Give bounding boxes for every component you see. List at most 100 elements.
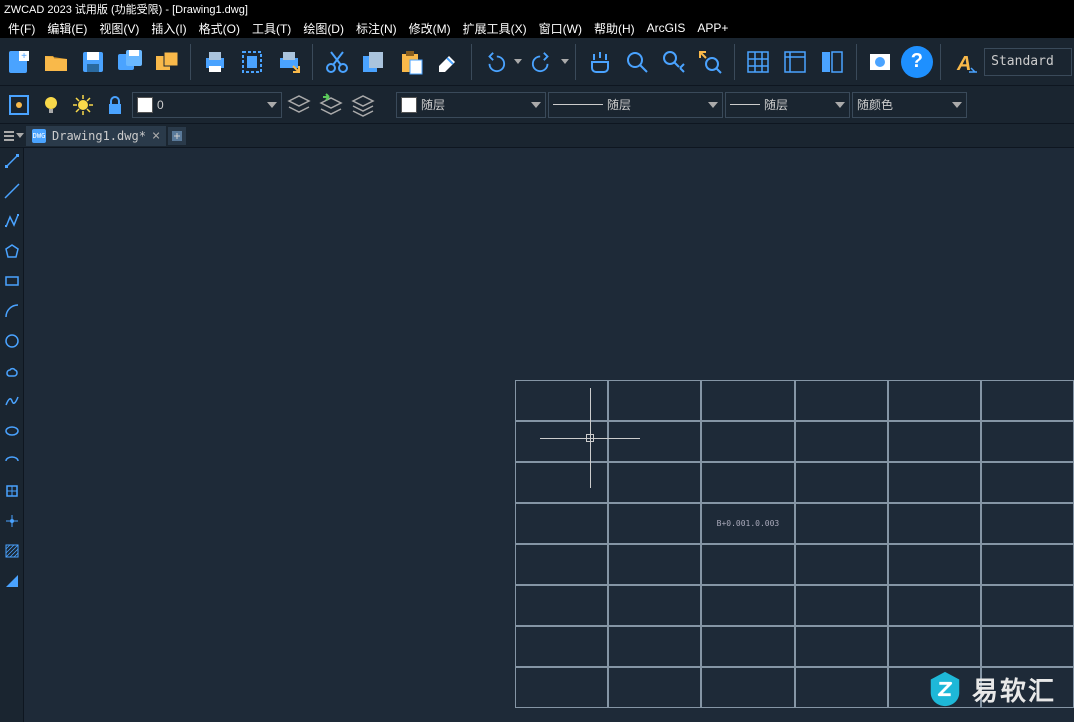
- print-button[interactable]: [197, 44, 232, 80]
- chevron-down-icon: [708, 102, 718, 108]
- cut-button[interactable]: [319, 44, 354, 80]
- table-button[interactable]: [741, 44, 776, 80]
- close-icon[interactable]: ×: [152, 128, 160, 144]
- title-bar: ZWCAD 2023 试用版 (功能受限) - [Drawing1.dwg]: [0, 0, 1074, 18]
- main-area: B+0.001.0.003 易软汇: [0, 148, 1074, 722]
- text-style-button[interactable]: A: [947, 44, 982, 80]
- design-center-button[interactable]: [815, 44, 850, 80]
- lineweight-dropdown[interactable]: 随层: [725, 92, 850, 118]
- document-tab[interactable]: DWG Drawing1.dwg* ×: [26, 126, 166, 146]
- menu-tools[interactable]: 工具(T): [246, 18, 297, 39]
- layer-stack-3-button[interactable]: [348, 90, 378, 120]
- revcloud-tool[interactable]: [3, 362, 21, 380]
- open-button[interactable]: [39, 44, 74, 80]
- lineweight-preview: [730, 104, 760, 105]
- freeze-button[interactable]: [68, 90, 98, 120]
- paste-button[interactable]: [393, 44, 428, 80]
- text-style-dropdown[interactable]: Standard: [984, 48, 1072, 76]
- menu-draw[interactable]: 绘图(D): [297, 18, 350, 39]
- linetype-dropdown[interactable]: 随层: [548, 92, 723, 118]
- gradient-tool[interactable]: [3, 572, 21, 590]
- zoom-prev-button[interactable]: [693, 44, 728, 80]
- xline-tool[interactable]: [3, 182, 21, 200]
- menu-edit[interactable]: 编辑(E): [41, 18, 93, 39]
- menu-window[interactable]: 窗口(W): [533, 18, 588, 39]
- lightbulb-button[interactable]: [36, 90, 66, 120]
- sheet-button[interactable]: [863, 44, 898, 80]
- linetype-value: 随层: [607, 96, 631, 113]
- chevron-down-icon: [835, 102, 845, 108]
- line-tool[interactable]: [3, 152, 21, 170]
- menu-help[interactable]: 帮助(H): [588, 18, 641, 39]
- zoom-button[interactable]: [619, 44, 654, 80]
- pan-button[interactable]: [582, 44, 617, 80]
- toolbar-layer: 0 随层 随层 随层 随颜色: [0, 86, 1074, 124]
- menu-app[interactable]: APP+: [691, 19, 734, 37]
- print-preview-button[interactable]: [234, 44, 269, 80]
- separator: [471, 44, 472, 80]
- saveall-button[interactable]: [150, 44, 185, 80]
- erase-button[interactable]: [430, 44, 465, 80]
- separator: [575, 44, 576, 80]
- layer-stack-2-button[interactable]: [316, 90, 346, 120]
- lock-button[interactable]: [100, 90, 130, 120]
- menu-view[interactable]: 视图(V): [93, 18, 145, 39]
- plotstyle-value: 随颜色: [857, 96, 893, 113]
- rectangle-tool[interactable]: [3, 272, 21, 290]
- redo-dropdown[interactable]: [561, 59, 569, 64]
- separator: [190, 44, 191, 80]
- layer-name: 0: [157, 98, 164, 112]
- layer-stack-1-button[interactable]: [284, 90, 314, 120]
- layer-visibility-button[interactable]: [4, 90, 34, 120]
- menu-ext[interactable]: 扩展工具(X): [457, 18, 533, 39]
- watermark-icon: [926, 670, 964, 708]
- tab-handle-icon[interactable]: [4, 130, 14, 142]
- watermark: 易软汇: [926, 670, 1056, 708]
- new-tab-button[interactable]: [168, 127, 186, 145]
- copy-button[interactable]: [356, 44, 391, 80]
- chevron-down-icon: [267, 102, 277, 108]
- undo-button[interactable]: [478, 44, 513, 80]
- layer-dropdown[interactable]: 0: [132, 92, 282, 118]
- menu-file[interactable]: 件(F): [2, 18, 41, 39]
- color-dropdown[interactable]: 随层: [396, 92, 546, 118]
- ellipse-arc-tool[interactable]: [3, 452, 21, 470]
- save-button[interactable]: [76, 44, 111, 80]
- drawing-canvas[interactable]: B+0.001.0.003 易软汇: [24, 148, 1074, 722]
- separator: [312, 44, 313, 80]
- publish-button[interactable]: [271, 44, 306, 80]
- menu-modify[interactable]: 修改(M): [403, 18, 457, 39]
- properties-button[interactable]: [778, 44, 813, 80]
- polygon-tool[interactable]: [3, 242, 21, 260]
- circle-tool[interactable]: [3, 332, 21, 350]
- color-value: 随层: [421, 96, 445, 113]
- color-swatch: [401, 97, 417, 113]
- tab-dropdown[interactable]: [16, 133, 24, 138]
- grid-cell-text: B+0.001.0.003: [701, 503, 795, 544]
- new-button[interactable]: +: [2, 44, 37, 80]
- polyline-tool[interactable]: [3, 212, 21, 230]
- help-button[interactable]: ?: [899, 44, 934, 80]
- spline-tool[interactable]: [3, 392, 21, 410]
- arc-tool[interactable]: [3, 302, 21, 320]
- plotstyle-dropdown[interactable]: 随颜色: [852, 92, 967, 118]
- menu-insert[interactable]: 插入(I): [145, 18, 192, 39]
- linetype-preview: [553, 104, 603, 105]
- saveas-button[interactable]: [113, 44, 148, 80]
- separator: [856, 44, 857, 80]
- layer-color-swatch: [137, 97, 153, 113]
- menu-format[interactable]: 格式(O): [193, 18, 246, 39]
- zoom-window-button[interactable]: [656, 44, 691, 80]
- menu-arcgis[interactable]: ArcGIS: [641, 19, 692, 37]
- separator: [734, 44, 735, 80]
- separator: [940, 44, 941, 80]
- undo-dropdown[interactable]: [514, 59, 522, 64]
- redo-button[interactable]: [524, 44, 559, 80]
- point-tool[interactable]: [3, 512, 21, 530]
- lineweight-value: 随层: [764, 96, 788, 113]
- document-tab-bar: DWG Drawing1.dwg* ×: [0, 124, 1074, 148]
- hatch-tool[interactable]: [3, 542, 21, 560]
- ellipse-tool[interactable]: [3, 422, 21, 440]
- menu-dim[interactable]: 标注(N): [350, 18, 403, 39]
- block-tool[interactable]: [3, 482, 21, 500]
